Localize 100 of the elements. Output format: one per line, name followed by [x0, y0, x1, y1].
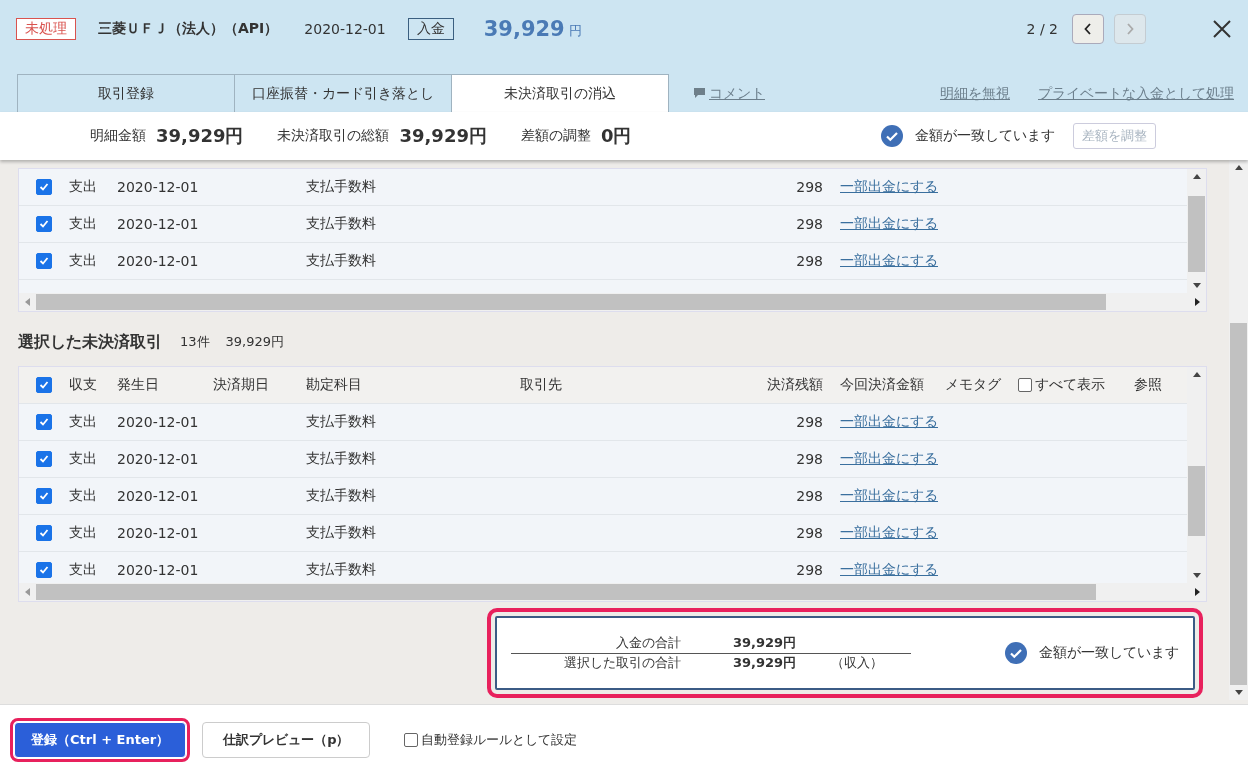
row-checkbox[interactable] — [36, 253, 52, 269]
column-header: 決済期日 — [213, 376, 270, 394]
close-button[interactable] — [1212, 19, 1232, 39]
down-arrow-icon — [1192, 283, 1201, 288]
show-all-checkbox[interactable] — [1018, 378, 1032, 392]
section-title: 選択した未決済取引 — [18, 331, 162, 353]
check-circle-icon — [881, 125, 903, 147]
table-cell-text: 支出 — [69, 252, 98, 270]
total-value: 39,929円 — [732, 654, 798, 672]
column-header: 勘定科目 — [306, 376, 363, 394]
tab[interactable]: 取引登録 — [17, 74, 235, 112]
partial-payment-link[interactable]: 一部出金にする — [840, 413, 938, 429]
column-header: 取引先 — [520, 376, 563, 394]
header-link[interactable]: 明細を無視 — [940, 74, 1010, 112]
column-header: 発生日 — [117, 376, 160, 394]
type-badge: 入金 — [407, 18, 454, 40]
chevron-left-icon — [1084, 23, 1092, 35]
summary-value: 39,929円 — [156, 124, 244, 148]
previous-button[interactable] — [1072, 14, 1104, 44]
table-cell-text: 298 — [795, 525, 823, 541]
chevron-right-icon — [1126, 23, 1134, 35]
row-checkbox[interactable] — [36, 562, 52, 578]
close-icon — [1212, 19, 1232, 39]
table-cell-text: 支払手数料 — [306, 252, 377, 270]
checkmark-icon — [39, 491, 49, 501]
partial-payment-link[interactable]: 一部出金にする — [840, 215, 938, 231]
down-arrow-icon — [1234, 690, 1243, 695]
table-cell-text: 支払手数料 — [306, 215, 377, 233]
row-checkbox[interactable] — [36, 525, 52, 541]
partial-payment-link[interactable]: 一部出金にする — [840, 487, 938, 503]
account-name: 三菱ＵＦＪ（法人）（API） — [98, 20, 279, 38]
table-cell-text: 298 — [795, 414, 823, 430]
match-status: 金額が一致しています — [915, 127, 1055, 145]
table-cell-text: 2020-12-01 — [117, 525, 200, 541]
total-label: 入金の合計 — [615, 634, 681, 652]
selected-total: 39,929円 — [225, 333, 285, 351]
checkmark-icon — [39, 528, 49, 538]
table-cell-text: 298 — [795, 488, 823, 504]
select-all-checkbox[interactable] — [36, 377, 52, 393]
amount: 39,929 — [483, 17, 565, 41]
total-value: 39,929円 — [732, 634, 798, 652]
table-cell-text: 支払手数料 — [306, 450, 377, 468]
checkmark-icon — [39, 380, 49, 390]
summary-value: 0円 — [600, 124, 632, 148]
comment-icon — [694, 88, 705, 98]
up-arrow-icon — [1192, 174, 1201, 179]
row-checkbox[interactable] — [36, 414, 52, 430]
column-header: 参照 — [1134, 376, 1163, 394]
partial-payment-link[interactable]: 一部出金にする — [840, 252, 938, 268]
row-checkbox[interactable] — [36, 216, 52, 232]
column-header: 決済残額 — [766, 376, 823, 394]
checkbox-label: すべて表示 — [1035, 376, 1105, 394]
match-status: 金額が一致しています — [1039, 644, 1179, 662]
table-cell-text: 支出 — [69, 561, 98, 579]
up-arrow-icon — [1234, 165, 1243, 170]
tab[interactable]: 未決済取引の消込 — [451, 74, 669, 112]
summary-value: 39,929円 — [399, 124, 487, 148]
total-note: （収入） — [831, 654, 884, 672]
checkbox-label: 自動登録ルールとして設定 — [421, 731, 578, 749]
checkmark-icon — [39, 417, 49, 427]
table-cell-text: 支出 — [69, 413, 98, 431]
up-arrow-icon — [1192, 372, 1201, 377]
partial-payment-link[interactable]: 一部出金にする — [840, 524, 938, 540]
partial-payment-link[interactable]: 一部出金にする — [840, 561, 938, 577]
pager-count: 2 / 2 — [1026, 21, 1058, 37]
column-header: メモタグ — [945, 376, 1002, 394]
left-arrow-icon — [25, 298, 30, 306]
scrollbar-thumb — [1188, 466, 1205, 536]
comment-link[interactable]: コメント — [709, 74, 765, 112]
column-header: 収支 — [69, 376, 98, 394]
checkmark-icon — [39, 182, 49, 192]
table-cell-text: 2020-12-01 — [117, 562, 200, 578]
partial-payment-link[interactable]: 一部出金にする — [840, 450, 938, 466]
column-header: 今回決済金額 — [839, 376, 925, 394]
selected-count: 13件 — [180, 333, 210, 351]
row-checkbox[interactable] — [36, 451, 52, 467]
currency-label: 円 — [568, 22, 582, 40]
table-cell-text: 298 — [795, 451, 823, 467]
header-link[interactable]: プライベートな入金として処理 — [1038, 74, 1234, 112]
check-circle-icon — [1005, 642, 1027, 664]
table-cell-text: 2020-12-01 — [117, 253, 200, 269]
table-cell-text: 支払手数料 — [306, 561, 377, 579]
summary-label: 未決済取引の総額 — [277, 127, 390, 145]
auto-rule-checkbox[interactable] — [404, 733, 419, 747]
down-arrow-icon — [1192, 573, 1201, 578]
checkmark-icon — [39, 565, 49, 575]
partial-payment-link[interactable]: 一部出金にする — [840, 178, 938, 194]
checkmark-icon — [39, 256, 49, 266]
table-cell-text: 2020-12-01 — [117, 451, 200, 467]
table-cell-text: 支出 — [69, 178, 98, 196]
preview-button[interactable]: 仕訳プレビュー（p） — [202, 722, 371, 758]
right-arrow-icon — [1195, 298, 1200, 306]
table-cell-text: 支出 — [69, 215, 98, 233]
row-checkbox[interactable] — [36, 179, 52, 195]
table-cell-text: 支出 — [69, 487, 98, 505]
table-cell-text: 2020-12-01 — [117, 488, 200, 504]
row-checkbox[interactable] — [36, 488, 52, 504]
table-cell-text: 2020-12-01 — [117, 414, 200, 430]
checkmark-icon — [39, 219, 49, 229]
table-cell-text: 支出 — [69, 450, 98, 468]
